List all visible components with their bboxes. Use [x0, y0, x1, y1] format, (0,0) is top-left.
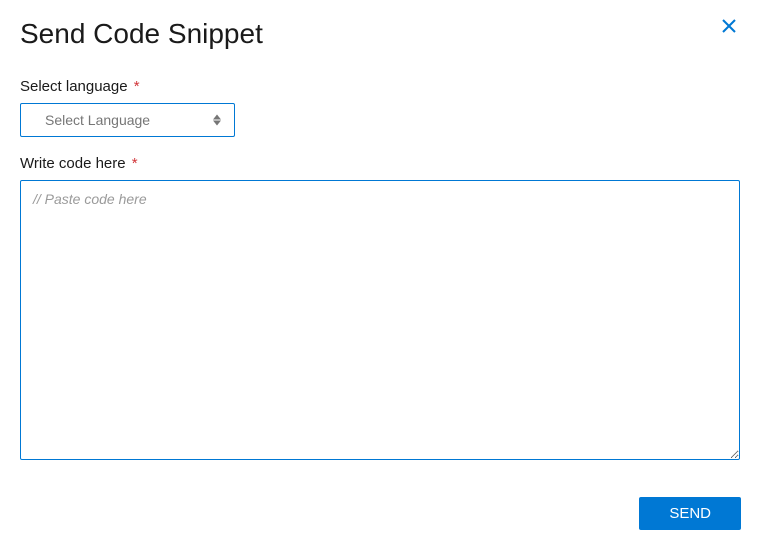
close-button[interactable]: [721, 20, 737, 36]
language-label-text: Select language: [20, 78, 128, 95]
send-button[interactable]: SEND: [639, 497, 741, 530]
dialog-title: Send Code Snippet: [20, 18, 263, 50]
required-marker: *: [134, 78, 140, 95]
required-marker: *: [132, 155, 138, 172]
close-icon: [722, 19, 736, 38]
code-label: Write code here *: [20, 155, 743, 172]
language-select[interactable]: Select Language: [20, 103, 235, 137]
code-textarea[interactable]: [20, 180, 740, 460]
language-select-placeholder: Select Language: [45, 112, 150, 128]
language-label: Select language *: [20, 78, 743, 95]
code-label-text: Write code here: [20, 155, 126, 172]
